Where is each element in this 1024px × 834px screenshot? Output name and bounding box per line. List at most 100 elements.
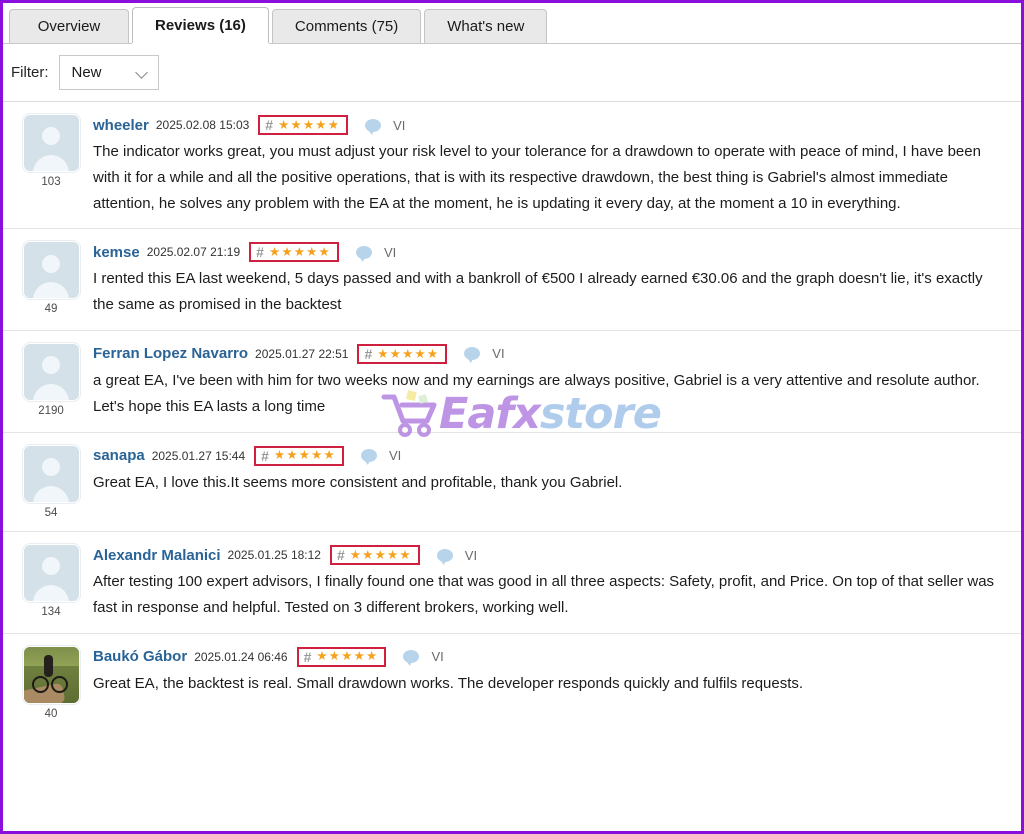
review-text: After testing 100 expert advisors, I fin…: [93, 573, 995, 616]
tab-label: What's new: [447, 18, 525, 35]
review-username[interactable]: Alexandr Malanici: [93, 547, 221, 564]
review-meta: Ferran Lopez Navarro 2025.01.27 22:51 # ★★★…: [93, 343, 1007, 365]
review-content: sanapa 2025.01.27 15:44 # ★★★★★ VI Great EA, …: [87, 445, 1007, 520]
vi-label: VI: [492, 346, 505, 362]
review-timestamp: 2025.02.07 21:19: [146, 245, 241, 260]
review-username[interactable]: wheeler: [93, 117, 149, 134]
speech-bubble-icon[interactable]: [403, 650, 420, 667]
rating-badge[interactable]: # ★★★★★: [254, 445, 344, 466]
speech-bubble-icon[interactable]: [360, 449, 377, 466]
review-timestamp: 2025.01.25 18:12: [227, 548, 321, 563]
speech-bubble-icon[interactable]: [464, 347, 481, 364]
avatar[interactable]: [22, 114, 80, 172]
review-timestamp: 2025.01.24 06:46: [194, 649, 288, 664]
avatar[interactable]: [22, 241, 80, 300]
review-meta: Alexandr Malanici 2025.01.25 18:12 # ★★★★★ V…: [93, 544, 1007, 566]
vi-label: VI: [383, 244, 397, 260]
review-text: The indicator works great, you must adju…: [93, 143, 981, 212]
hash-icon: #: [364, 345, 373, 362]
avatar-column: 54: [15, 444, 87, 520]
review-content: kemse 2025.02.07 21:19 # ★★★★★ VI I rented th…: [87, 241, 1007, 318]
chevron-down-icon: [136, 66, 149, 79]
tab-whats-new[interactable]: What's new: [424, 9, 548, 43]
review-item: 49 kemse 2025.02.07 21:19 # ★★★★★ VI I rented …: [3, 229, 1021, 331]
review-item: 54 sanapa 2025.01.27 15:44 # ★★★★★ VI Great EA…: [3, 432, 1021, 533]
tab-label: Overview: [37, 18, 101, 35]
avatar-count: 49: [44, 303, 58, 316]
star-rating-icon: ★★★★★: [278, 117, 341, 132]
avatar-count: 2190: [38, 404, 64, 417]
tab-overview[interactable]: Overview: [9, 9, 129, 43]
star-rating-icon: ★★★★★: [377, 346, 440, 361]
tab-label: Comments (75): [294, 18, 399, 35]
vi-label: VI: [464, 547, 478, 563]
vi-label: VI: [431, 649, 444, 665]
rating-badge[interactable]: # ★★★★★: [258, 115, 349, 135]
avatar[interactable]: [22, 342, 80, 401]
hash-icon: #: [265, 117, 274, 133]
avatar-column: 2190: [15, 342, 87, 420]
star-rating-icon: ★★★★★: [273, 448, 336, 463]
review-username[interactable]: sanapa: [93, 447, 145, 464]
review-content: Alexandr Malanici 2025.01.25 18:12 # ★★★★★ V…: [87, 544, 1007, 621]
avatar-column: 134: [15, 544, 87, 621]
speech-bubble-icon[interactable]: [355, 245, 372, 262]
speech-bubble-icon[interactable]: [365, 118, 382, 135]
star-rating-icon: ★★★★★: [316, 649, 379, 664]
tab-label: Reviews (16): [155, 17, 246, 34]
review-username[interactable]: Ferran Lopez Navarro: [93, 345, 248, 362]
review-meta: kemse 2025.02.07 21:19 # ★★★★★ VI: [93, 241, 1007, 263]
review-item: 40 Baukó Gábor 2025.01.24 06:46 # ★★★★★ VI Gre…: [3, 633, 1021, 733]
avatar-count: 40: [44, 707, 58, 720]
speech-bubble-icon[interactable]: [436, 548, 453, 565]
review-item: 103 wheeler 2025.02.08 15:03 # ★★★★★ VI The in…: [3, 102, 1021, 230]
avatar-column: 40: [15, 645, 87, 721]
rating-badge[interactable]: # ★★★★★: [249, 242, 339, 263]
review-content: wheeler 2025.02.08 15:03 # ★★★★★ VI The indic…: [87, 114, 1007, 216]
review-timestamp: 2025.01.27 15:44: [151, 448, 246, 463]
review-text: a great EA, I've been with him for two w…: [93, 371, 980, 415]
review-meta: wheeler 2025.02.08 15:03 # ★★★★★ VI: [93, 114, 1007, 136]
filter-select[interactable]: New: [58, 55, 159, 90]
review-meta: sanapa 2025.01.27 15:44 # ★★★★★ VI: [93, 445, 1007, 467]
review-username[interactable]: Baukó Gábor: [93, 648, 187, 665]
vi-label: VI: [388, 448, 402, 464]
review-content: Baukó Gábor 2025.01.24 06:46 # ★★★★★ VI Great…: [87, 646, 1007, 721]
tab-reviews[interactable]: Reviews (16): [132, 7, 269, 44]
review-item: 2190 Ferran Lopez Navarro 2025.01.27 22:51…: [3, 330, 1021, 433]
avatar-count: 103: [41, 176, 61, 188]
hash-icon: #: [256, 244, 264, 261]
avatar[interactable]: [22, 444, 80, 503]
avatar-column: 103: [15, 114, 87, 216]
reviews-page: Overview Reviews (16) Comments (75) What…: [0, 0, 1024, 834]
rating-badge[interactable]: # ★★★★★: [329, 545, 420, 566]
review-timestamp: 2025.02.08 15:03: [155, 118, 250, 132]
hash-icon: #: [261, 447, 269, 464]
filter-label: Filter:: [11, 64, 49, 81]
star-rating-icon: ★★★★★: [268, 245, 331, 260]
star-rating-icon: ★★★★★: [349, 547, 412, 562]
hash-icon: #: [336, 547, 345, 564]
avatar-column: 49: [15, 241, 87, 318]
hash-icon: #: [303, 648, 312, 665]
review-username[interactable]: kemse: [93, 244, 140, 261]
vi-label: VI: [393, 117, 406, 133]
review-item: 134 Alexandr Malanici 2025.01.25 18:12 # ★★★…: [3, 532, 1021, 634]
avatar[interactable]: [22, 544, 80, 603]
review-text: Great EA, the backtest is real. Small dr…: [93, 674, 804, 692]
rating-badge[interactable]: # ★★★★★: [296, 646, 387, 667]
filter-bar: Filter: New: [3, 44, 1021, 102]
avatar-count: 54: [44, 506, 58, 519]
filter-selected-value: New: [71, 64, 102, 81]
review-text: I rented this EA last weekend, 5 days pa…: [93, 270, 983, 314]
review-content: Ferran Lopez Navarro 2025.01.27 22:51 # ★★★…: [87, 343, 1007, 420]
review-text: Great EA, I love this.It seems more cons…: [93, 473, 623, 491]
tab-comments[interactable]: Comments (75): [271, 9, 422, 43]
review-timestamp: 2025.01.27 22:51: [255, 346, 349, 361]
review-list: 103 wheeler 2025.02.08 15:03 # ★★★★★ VI The in…: [3, 102, 1021, 733]
tab-bar: Overview Reviews (16) Comments (75) What…: [3, 3, 1021, 44]
avatar-count: 134: [41, 606, 61, 619]
avatar[interactable]: [22, 645, 80, 704]
review-meta: Baukó Gábor 2025.01.24 06:46 # ★★★★★ VI: [93, 646, 1007, 668]
rating-badge[interactable]: # ★★★★★: [357, 343, 448, 364]
